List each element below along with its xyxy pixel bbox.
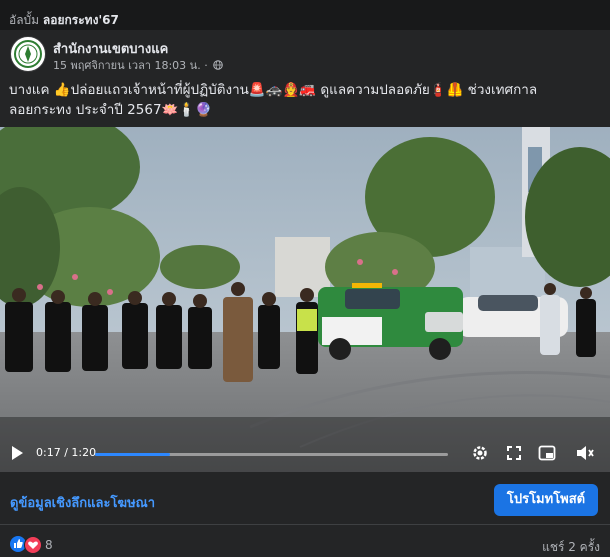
post-text-line-1: บางแค 👍ปล่อยแถวเจ้าหน้าที่ผู้ปฏิบัติงาน🚨… bbox=[9, 82, 538, 98]
volume-icon[interactable] bbox=[575, 444, 595, 462]
album-prefix: อัลบั้ม bbox=[9, 13, 40, 27]
settings-icon[interactable] bbox=[471, 444, 489, 462]
video-controls: 0:17 / 1:20 bbox=[0, 433, 610, 471]
post-actions-row: ดูข้อมูลเชิงลึกและโฆษณา โปรโมทโพสต์ bbox=[0, 472, 610, 525]
video-player[interactable] bbox=[0, 127, 610, 472]
timestamp-text: 15 พฤศจิกายน เวลา 18:03 น. · bbox=[53, 59, 208, 72]
video-progress-bar[interactable] bbox=[95, 453, 448, 456]
play-icon[interactable] bbox=[10, 445, 24, 461]
promote-post-button[interactable]: โปรโมทโพสต์ bbox=[494, 484, 598, 516]
fullscreen-icon[interactable] bbox=[506, 445, 522, 461]
post-text: บางแค 👍ปล่อยแถวเจ้าหน้าที่ผู้ปฏิบัติงาน🚨… bbox=[9, 80, 599, 120]
album-header: อัลบั้ม ลอยกระทง'67 bbox=[0, 0, 610, 30]
globe-icon bbox=[213, 60, 223, 70]
love-reaction-icon bbox=[24, 536, 42, 554]
page-avatar[interactable] bbox=[10, 36, 46, 72]
video-frame bbox=[0, 127, 610, 472]
reaction-count[interactable]: 8 bbox=[45, 538, 53, 552]
post-card: สำนักงานเขตบางแค 15 พฤศจิกายน เวลา 18:03… bbox=[0, 30, 610, 557]
pip-icon[interactable] bbox=[538, 444, 556, 462]
video-progress-fill bbox=[95, 453, 170, 456]
post-text-line-2: ลอยกระทง ประจำปี 2567🪷🕯️🔮 bbox=[9, 102, 212, 118]
video-time: 0:17 / 1:20 bbox=[36, 446, 97, 459]
album-title[interactable]: อัลบั้ม ลอยกระทง'67 bbox=[9, 11, 119, 30]
album-name[interactable]: ลอยกระทง'67 bbox=[43, 13, 119, 27]
share-count[interactable]: แชร์ 2 ครั้ง bbox=[542, 538, 600, 557]
post-timestamp[interactable]: 15 พฤศจิกายน เวลา 18:03 น. · bbox=[53, 56, 223, 74]
insights-ads-link[interactable]: ดูข้อมูลเชิงลึกและโฆษณา bbox=[10, 492, 155, 513]
